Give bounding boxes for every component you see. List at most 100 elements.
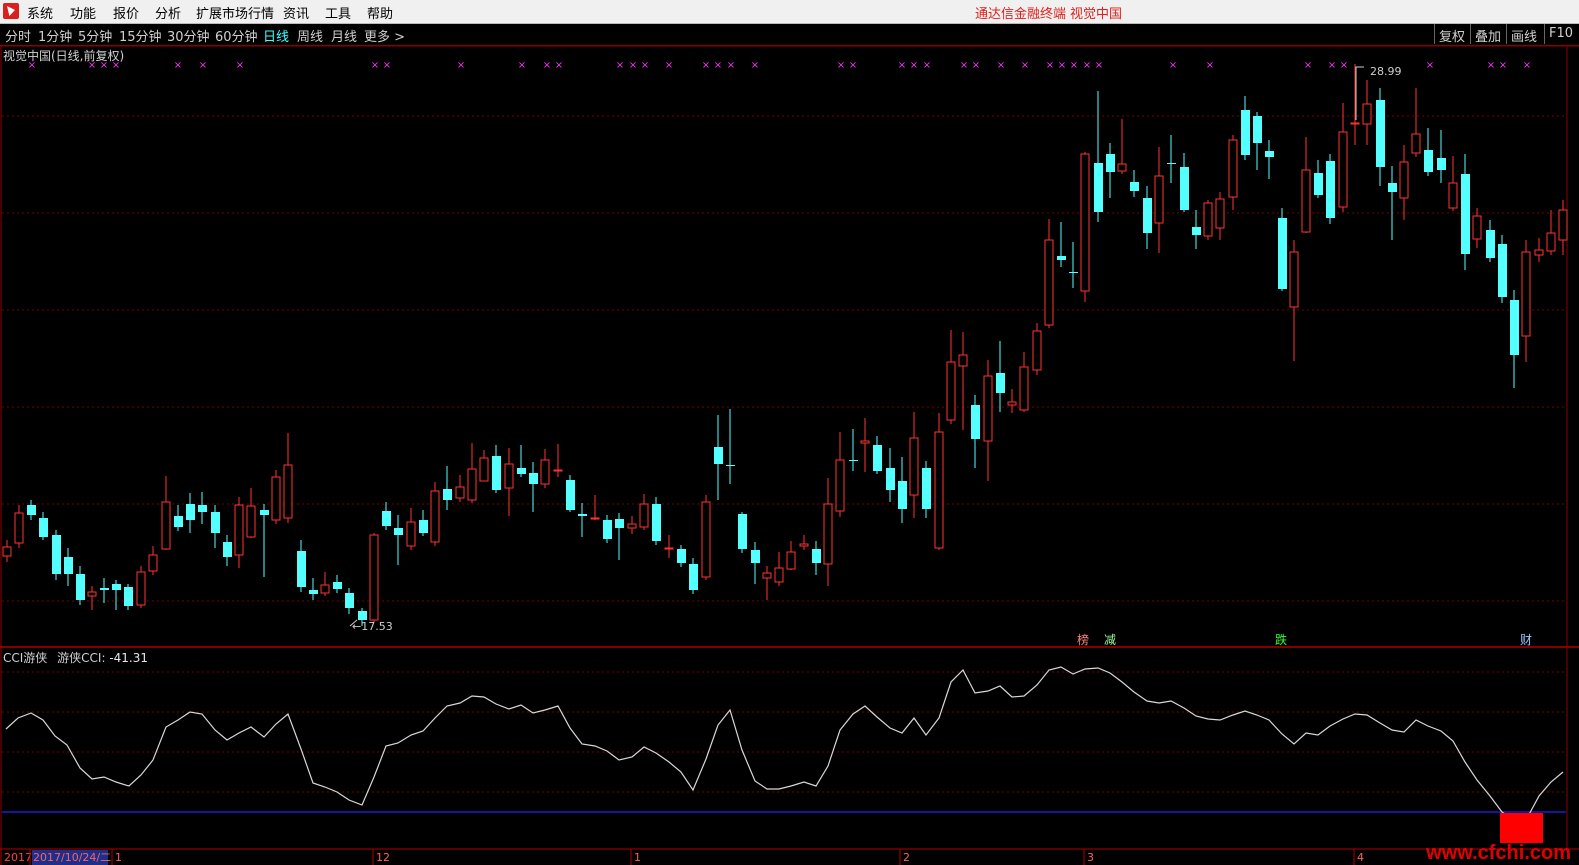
x-marker: ×	[1523, 60, 1531, 71]
candle-body	[1399, 161, 1409, 199]
candlestick	[946, 330, 956, 424]
candlestick	[689, 558, 698, 594]
candlestick	[1558, 200, 1568, 255]
x-marker: ×	[1426, 60, 1434, 71]
candlestick	[419, 510, 428, 536]
candle-body	[873, 445, 882, 471]
candlestick	[971, 395, 980, 468]
candle-body	[14, 512, 24, 544]
candle-body	[358, 611, 367, 620]
x-marker: ×	[910, 60, 918, 71]
candlestick	[1376, 88, 1385, 186]
candlestick	[1289, 240, 1299, 361]
candlestick	[283, 433, 293, 523]
candle-body	[701, 501, 711, 578]
candle-body	[1069, 272, 1078, 273]
candlestick	[1094, 91, 1103, 222]
candlestick	[369, 533, 379, 622]
x-marker: ×	[714, 60, 722, 71]
candlestick	[738, 512, 747, 553]
x-marker: ×	[1021, 60, 1029, 71]
candle-body	[504, 463, 514, 489]
candlestick	[639, 494, 649, 530]
candle-body	[1301, 169, 1311, 233]
x-marker: ×	[1487, 60, 1495, 71]
candlesticks	[2, 64, 1568, 626]
candle-body	[1032, 330, 1042, 371]
chart-canvas[interactable]: × × × × × × × × × × × × × × × × × × × × × × × × × × × × × × × × × × × × × × × ×…	[0, 0, 1579, 865]
candlestick	[39, 512, 48, 540]
date-axis-label: 4	[1357, 851, 1364, 864]
x-marker: ×	[518, 60, 526, 71]
candlestick	[1080, 152, 1090, 302]
cci-series-line	[5, 666, 1564, 821]
candle-body	[1558, 209, 1568, 241]
candlestick	[1007, 389, 1017, 413]
candle-body	[345, 593, 354, 608]
candle-body	[738, 514, 747, 549]
candlestick	[934, 413, 944, 550]
candlestick	[1411, 88, 1421, 157]
candle-body	[726, 465, 735, 466]
candlestick	[198, 492, 207, 524]
candlestick	[1143, 186, 1152, 249]
x-marker: ×	[236, 60, 244, 71]
candle-body	[1338, 131, 1348, 208]
candle-body	[112, 584, 121, 590]
candle-body	[419, 520, 428, 533]
candlestick	[271, 470, 281, 524]
candle-body	[271, 476, 281, 521]
candle-body	[27, 505, 36, 515]
x-marker: ×	[1169, 60, 1177, 71]
candle-body	[823, 503, 833, 565]
candlestick	[762, 566, 772, 600]
candlestick	[1521, 240, 1531, 362]
candlestick	[1192, 210, 1201, 249]
candlestick	[455, 475, 465, 502]
candle-body	[52, 535, 61, 574]
candlestick	[590, 495, 600, 520]
cci-line	[5, 666, 1564, 843]
candle-body	[492, 456, 501, 490]
candlestick	[615, 513, 624, 560]
candlestick	[112, 580, 121, 610]
x-marker: ×	[457, 60, 465, 71]
candle-body	[467, 468, 477, 501]
candlestick	[701, 495, 711, 580]
candlestick	[1019, 352, 1029, 412]
candlestick	[64, 548, 73, 586]
candle-body	[590, 517, 600, 520]
candlestick	[1228, 135, 1238, 210]
candlestick	[714, 415, 723, 500]
x-marker: ×	[616, 60, 624, 71]
candle-body	[946, 361, 956, 421]
candlestick	[1546, 210, 1556, 255]
candlestick	[860, 418, 870, 472]
candle-body	[1388, 183, 1397, 192]
candle-body	[958, 354, 968, 367]
x-marker: ×	[1304, 60, 1312, 71]
x-marker: ×	[1095, 60, 1103, 71]
candle-body	[1143, 198, 1152, 233]
candle-body	[774, 567, 784, 583]
candle-body	[553, 469, 563, 472]
candlestick	[1314, 160, 1323, 198]
x-marker: ×	[837, 60, 845, 71]
candle-body	[161, 501, 171, 550]
candle-body	[260, 510, 269, 515]
candlestick	[996, 341, 1005, 412]
candle-body	[1117, 163, 1127, 172]
candlestick	[578, 503, 587, 537]
event-marker: 跌	[1275, 632, 1287, 647]
candlestick	[1265, 140, 1274, 179]
candlestick	[1253, 112, 1262, 170]
x-marker: ×	[1070, 60, 1078, 71]
candlestick	[1106, 143, 1115, 198]
candle-body	[1510, 300, 1519, 355]
candle-body	[1376, 100, 1385, 167]
candlestick	[1326, 154, 1335, 224]
candle-body	[64, 557, 73, 574]
x-marker: ×	[702, 60, 710, 71]
candlestick	[1117, 119, 1127, 174]
candlestick	[320, 572, 330, 596]
